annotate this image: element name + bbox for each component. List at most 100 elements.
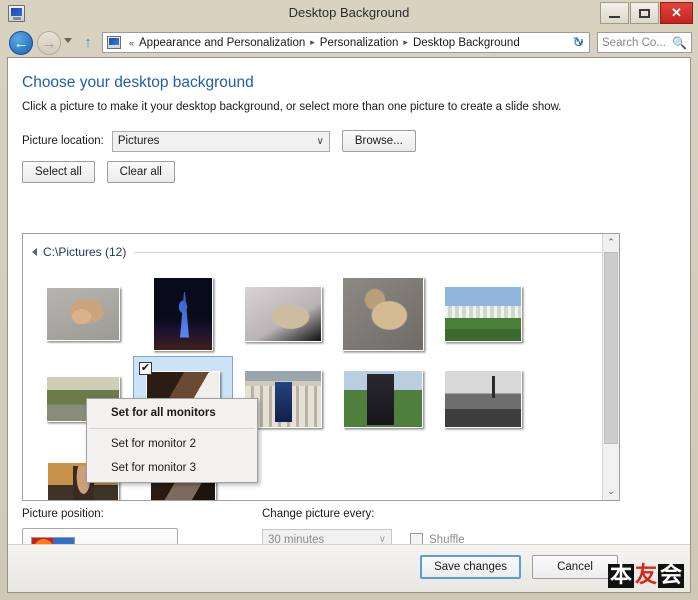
group-divider — [134, 251, 609, 253]
selection-buttons-row: Select all Clear all — [22, 161, 690, 183]
refresh-button[interactable]: ↻ — [568, 32, 589, 53]
slideshow-group: Change picture every: 30 minutes ∨ Shuff… — [262, 508, 676, 544]
breadcrumb-overflow-icon[interactable]: « — [129, 38, 134, 48]
scroll-down-button[interactable]: ⌄ — [603, 483, 619, 500]
thumbnail-image — [153, 276, 213, 351]
page-title: Choose your desktop background — [22, 74, 254, 91]
breadcrumb-item-appearance[interactable]: Appearance and Personalization — [139, 37, 305, 49]
up-arrow-icon: ↑ — [84, 34, 92, 51]
watermark-char-3: 会 — [657, 563, 684, 588]
chevron-down-icon: ∨ — [316, 135, 324, 147]
breadcrumb-separator-icon: ▸ — [403, 37, 408, 47]
title-bar[interactable]: Desktop Background ✕ — [0, 0, 698, 28]
change-picture-label: Change picture every: — [262, 508, 375, 520]
cancel-button[interactable]: Cancel — [532, 555, 618, 579]
thumbnail-image — [244, 285, 322, 342]
options-area: Picture position: Span ∨ Change picture … — [22, 508, 676, 544]
breadcrumb-item-desktop-background[interactable]: Desktop Background — [413, 37, 520, 49]
watermark-char-1: 本 — [607, 563, 634, 588]
select-all-label: Select all — [35, 166, 82, 178]
watermark-logo: 本 友 会 — [607, 563, 684, 588]
cancel-label: Cancel — [557, 561, 593, 573]
breadcrumb[interactable]: « Appearance and Personalization ▸ Perso… — [102, 32, 590, 53]
menu-item-set-for-monitor-2[interactable]: Set for monitor 2 — [87, 432, 257, 456]
content-panel: Choose your desktop background Click a p… — [7, 57, 691, 593]
save-changes-label: Save changes — [434, 561, 507, 573]
group-collapse-icon[interactable] — [32, 248, 37, 256]
picture-group-header[interactable]: C:\Pictures (12) — [32, 245, 619, 259]
breadcrumb-item-personalization[interactable]: Personalization — [320, 37, 399, 49]
thumbnail-eiffel-tower-night[interactable] — [133, 271, 233, 356]
thumbnail-checkbox[interactable]: ✔ — [139, 362, 152, 375]
chevron-down-icon: ∨ — [378, 534, 386, 544]
watermark-char-2: 友 — [634, 563, 657, 588]
save-changes-button[interactable]: Save changes — [420, 555, 521, 579]
scrollbar-thumb[interactable] — [604, 252, 618, 444]
chevron-up-icon: ⌃ — [607, 237, 615, 247]
thumbnail-image — [342, 276, 424, 351]
breadcrumb-separator-icon: ▸ — [310, 37, 315, 47]
thumbnail-father-and-child-lakeside[interactable] — [333, 356, 433, 441]
picture-position-label: Picture position: — [22, 508, 104, 520]
picture-position-select[interactable]: Span ∨ — [22, 528, 178, 544]
browse-label: Browse... — [354, 135, 403, 147]
clear-all-button[interactable]: Clear all — [106, 161, 175, 183]
scroll-up-button[interactable]: ⌃ — [603, 234, 619, 251]
browse-button[interactable]: Browse... — [341, 130, 416, 152]
maximize-button[interactable] — [630, 2, 659, 24]
window-title: Desktop Background — [288, 5, 410, 20]
shuffle-label: Shuffle — [429, 533, 465, 545]
search-icon: 🔍 — [672, 35, 687, 50]
settings-content: Choose your desktop background Click a p… — [8, 58, 690, 544]
minimize-button[interactable] — [600, 2, 629, 24]
monitor-context-menu[interactable]: Set for all monitors Set for monitor 2 S… — [86, 398, 258, 483]
forward-arrow-icon: → — [41, 34, 57, 52]
maximize-icon — [639, 8, 650, 18]
change-picture-interval-value: 30 minutes — [268, 533, 325, 545]
change-picture-interval-select[interactable]: 30 minutes ∨ — [262, 529, 392, 544]
picture-list-scrollbar[interactable]: ⌃ ⌄ — [602, 234, 619, 500]
picture-location-value: Pictures — [117, 135, 160, 147]
shuffle-checkbox-row[interactable]: Shuffle — [410, 533, 465, 544]
thumbnail-dog-lying-down[interactable] — [233, 271, 333, 356]
desktop-background-window: Desktop Background ✕ ← → ↑ « Appearance … — [0, 0, 698, 600]
shuffle-checkbox[interactable] — [410, 533, 423, 544]
dialog-footer: Save changes Cancel 本 友 会 — [8, 544, 690, 592]
recent-locations-chevron-down-icon[interactable] — [64, 38, 72, 43]
picture-location-row: Picture location: Pictures ∨ Browse... — [22, 130, 690, 152]
thumbnail-dog-on-ground[interactable] — [33, 271, 133, 356]
thumbnail-waterfall-landscape[interactable] — [433, 271, 533, 356]
breadcrumb-personalization-icon — [107, 36, 121, 49]
back-arrow-icon: ← — [13, 34, 29, 52]
picture-position-group: Picture position: Span ∨ — [22, 508, 252, 544]
forward-button[interactable]: → — [37, 31, 61, 55]
back-button[interactable]: ← — [9, 31, 33, 55]
footer-buttons: Save changes Cancel — [409, 555, 618, 579]
picture-location-label: Picture location: — [22, 135, 104, 147]
minimize-icon — [609, 15, 620, 18]
page-subtitle: Click a picture to make it your desktop … — [22, 101, 562, 113]
search-input[interactable]: Search Co... 🔍 — [597, 32, 692, 53]
thumbnail-image — [444, 285, 522, 342]
close-icon: ✕ — [671, 5, 682, 20]
select-all-button[interactable]: Select all — [22, 161, 95, 183]
thumbnail-image — [444, 369, 522, 428]
menu-item-set-for-monitor-3[interactable]: Set for monitor 3 — [87, 456, 257, 480]
menu-separator — [89, 428, 255, 429]
thumbnail-image — [46, 286, 120, 341]
span-position-icon — [31, 537, 75, 544]
address-bar: ← → ↑ « Appearance and Personalization ▸… — [0, 28, 698, 57]
thumbnail-row — [33, 271, 619, 356]
menu-item-set-for-all-monitors[interactable]: Set for all monitors — [87, 401, 257, 425]
picture-location-select[interactable]: Pictures ∨ — [111, 130, 330, 152]
close-button[interactable]: ✕ — [660, 2, 693, 24]
refresh-icon: ↻ — [572, 34, 585, 50]
clear-all-label: Clear all — [119, 166, 162, 178]
thumbnail-image — [343, 369, 423, 428]
chevron-down-icon: ⌄ — [607, 486, 615, 496]
thumbnail-puppy-sitting[interactable] — [333, 271, 433, 356]
thumbnail-city-skyline-bw[interactable] — [433, 356, 533, 441]
change-picture-row: 30 minutes ∨ Shuffle — [262, 529, 676, 544]
up-button[interactable]: ↑ — [80, 34, 96, 51]
search-placeholder: Search Co... — [602, 36, 666, 49]
